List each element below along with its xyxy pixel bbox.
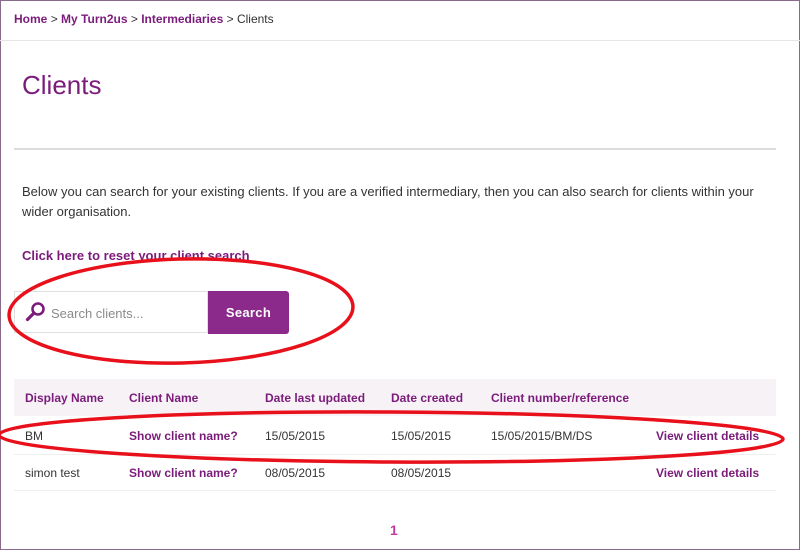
search-box xyxy=(14,291,208,333)
title-divider xyxy=(14,148,776,150)
cell-date-last-updated: 08/05/2015 xyxy=(265,466,326,480)
breadcrumb-intermediaries[interactable]: Intermediaries xyxy=(141,12,223,26)
cell-date-created: 08/05/2015 xyxy=(391,466,452,480)
show-client-name-link[interactable]: Show client name? xyxy=(129,429,238,443)
cell-date-last-updated: 15/05/2015 xyxy=(265,429,326,443)
page-title: Clients xyxy=(22,70,102,100)
column-header-display-name: Display Name xyxy=(25,391,104,405)
search-button[interactable]: Search xyxy=(208,291,289,334)
pagination-page-1[interactable]: 1 xyxy=(390,522,398,538)
column-header-date-last-updated: Date last updated xyxy=(265,391,366,405)
cell-client-reference: 15/05/2015/BM/DS xyxy=(491,429,593,443)
search-icon xyxy=(25,302,45,322)
cell-display-name: simon test xyxy=(25,466,80,480)
view-client-details-link[interactable]: View client details xyxy=(656,466,759,480)
breadcrumb-current: Clients xyxy=(236,12,274,26)
breadcrumb-separator: > xyxy=(50,12,58,26)
breadcrumb-home[interactable]: Home xyxy=(14,12,47,26)
header-divider xyxy=(0,40,800,41)
row-divider xyxy=(14,454,776,455)
column-header-client-name: Client Name xyxy=(129,391,199,405)
search-input[interactable] xyxy=(49,302,203,324)
cell-display-name: BM xyxy=(25,429,43,443)
intro-text: Below you can search for your existing c… xyxy=(22,184,754,219)
breadcrumb: Home > My Turn2us > Intermediaries > Cli… xyxy=(14,12,274,26)
column-header-client-reference: Client number/reference xyxy=(491,391,630,405)
breadcrumb-my-turn2us[interactable]: My Turn2us xyxy=(61,12,127,26)
view-client-details-link[interactable]: View client details xyxy=(656,429,759,443)
breadcrumb-separator: > xyxy=(226,12,234,26)
breadcrumb-separator: > xyxy=(130,12,138,26)
cell-date-created: 15/05/2015 xyxy=(391,429,452,443)
reset-search-link[interactable]: Click here to reset your client search xyxy=(22,248,250,263)
row-divider xyxy=(14,490,776,491)
show-client-name-link[interactable]: Show client name? xyxy=(129,466,238,480)
column-header-date-created: Date created xyxy=(391,391,464,405)
